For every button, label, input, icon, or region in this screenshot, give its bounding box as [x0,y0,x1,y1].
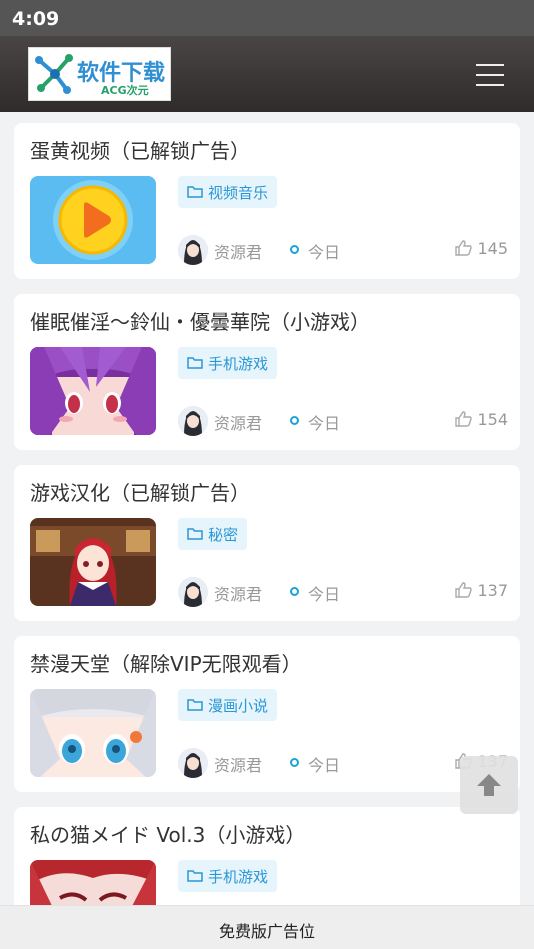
author-name[interactable]: 资源君 [214,581,262,605]
back-to-top-button[interactable] [460,756,518,814]
avatar[interactable] [178,748,208,778]
post-card[interactable]: 蛋黄视频（已解锁广告） 视频音乐 资源君 今日 145 [14,123,520,279]
category-label: 秘密 [208,526,239,544]
post-date: 今日 [308,414,341,433]
post-list: 蛋黄视频（已解锁广告） 视频音乐 资源君 今日 145 催眠催淫～鈴仙・優曇華院… [0,112,534,905]
folder-icon [187,699,203,711]
category-label: 手机游戏 [208,355,269,373]
post-thumbnail[interactable] [30,689,156,777]
like-count[interactable]: 154 [455,410,508,429]
post-meta: 资源君 今日 154 [178,405,508,437]
post-card[interactable]: 私の猫メイド Vol.3（小游戏） 手机游戏 [14,807,520,905]
dot-icon [290,587,299,596]
thumbs-up-icon [455,582,473,598]
like-count-value: 154 [477,410,508,429]
category-label: 漫画小说 [208,697,269,715]
like-count[interactable]: 145 [455,239,508,258]
like-count-value: 137 [477,581,508,600]
ad-label: 免费版广告位 [218,922,315,941]
post-title[interactable]: 蛋黄视频（已解锁广告） [30,135,250,164]
folder-icon [187,357,203,369]
category-label: 手机游戏 [208,868,269,886]
author-name[interactable]: 资源君 [214,239,262,263]
post-thumbnail[interactable] [30,518,156,606]
post-card[interactable]: 游戏汉化（已解锁广告） 秘密 资源君 今日 137 [14,465,520,621]
post-date: 今日 [308,756,341,775]
post-title[interactable]: 催眠催淫～鈴仙・優曇華院（小游戏） [30,306,370,335]
category-label: 视频音乐 [208,184,269,202]
category-tag[interactable]: 手机游戏 [178,860,278,892]
post-thumbnail[interactable] [30,860,156,905]
thumbs-up-icon [455,411,473,427]
dot-icon [290,416,299,425]
folder-icon [187,870,203,882]
post-title[interactable]: 禁漫天堂（解除VIP无限观看） [30,648,302,677]
arrow-up-icon [477,774,501,796]
author-name[interactable]: 资源君 [214,410,262,434]
category-tag[interactable]: 秘密 [178,518,248,550]
like-count[interactable]: 137 [455,581,508,600]
category-tag[interactable]: 手机游戏 [178,347,278,379]
post-title[interactable]: 私の猫メイド Vol.3（小游戏） [30,819,305,848]
dot-icon [290,245,299,254]
logo-network-icon [35,54,73,94]
folder-icon [187,528,203,540]
avatar[interactable] [178,577,208,607]
post-card[interactable]: 禁漫天堂（解除VIP无限观看） 漫画小说 资源君 今日 [14,636,520,792]
avatar[interactable] [178,235,208,265]
category-tag[interactable]: 视频音乐 [178,176,278,208]
site-header: 软件下载 ACG次元 [0,36,534,112]
post-date: 今日 [308,585,341,604]
post-date: 今日 [308,243,341,262]
status-time: 4:09 [12,8,60,30]
post-meta: 资源君 今日 137 [178,576,508,608]
logo-subtitle: ACG次元 [101,84,149,97]
post-title[interactable]: 游戏汉化（已解锁广告） [30,477,250,506]
site-logo[interactable]: 软件下载 ACG次元 [28,47,171,101]
thumbs-up-icon [455,240,473,256]
like-count-value: 145 [477,239,508,258]
category-tag[interactable]: 漫画小说 [178,689,278,721]
status-bar: 4:09 [0,0,534,36]
post-card[interactable]: 催眠催淫～鈴仙・優曇華院（小游戏） 手机游戏 资源君 今日 154 [14,294,520,450]
avatar[interactable] [178,406,208,436]
dot-icon [290,758,299,767]
author-name[interactable]: 资源君 [214,752,262,776]
folder-icon [187,186,203,198]
post-thumbnail[interactable] [30,347,156,435]
ad-banner[interactable]: 免费版广告位 [0,905,534,949]
post-meta: 资源君 今日 145 [178,234,508,266]
post-meta: 资源君 今日 137 [178,747,508,779]
post-thumbnail[interactable] [30,176,156,264]
hamburger-menu-icon[interactable] [476,62,506,88]
